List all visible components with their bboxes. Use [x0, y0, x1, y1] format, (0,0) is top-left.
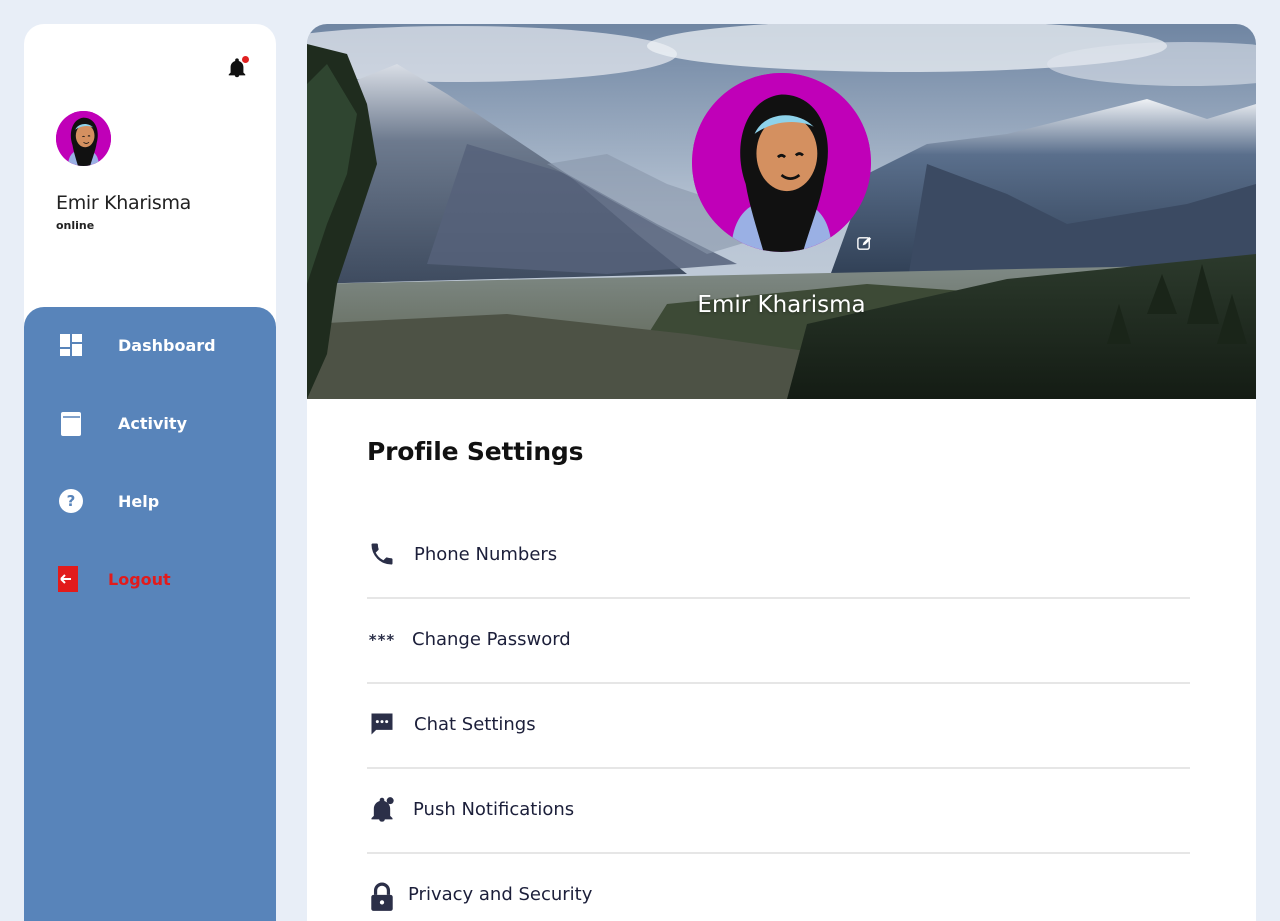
chat-icon: [367, 709, 397, 739]
asterisks-icon: ***: [368, 631, 396, 649]
settings-item-label: Push Notifications: [413, 799, 575, 820]
profile-avatar[interactable]: [692, 73, 871, 252]
sidebar-item-help[interactable]: ? Help: [24, 481, 276, 521]
settings-item-label: Phone Numbers: [414, 544, 558, 565]
notification-dot: [242, 56, 249, 63]
avatar[interactable]: [56, 111, 111, 166]
sidebar-item-label: Activity: [118, 413, 187, 433]
avatar-illustration: [692, 73, 871, 252]
settings-item-chat-settings[interactable]: Chat Settings: [367, 684, 1190, 769]
book-icon: [58, 410, 84, 436]
avatar-illustration: [56, 111, 111, 166]
sidebar-item-logout[interactable]: Logout: [24, 559, 276, 599]
profile-name: Emir Kharisma: [697, 292, 866, 318]
sidebar-item-label: Help: [118, 491, 160, 511]
settings-item-label: Change Password: [412, 629, 571, 650]
sidebar-item-activity[interactable]: Activity: [24, 403, 276, 443]
settings-item-change-password[interactable]: *** Change Password: [367, 599, 1190, 684]
logout-icon: [56, 566, 82, 592]
sidebar-nav: Dashboard Activity ? Help Logout: [24, 307, 276, 921]
phone-icon: [367, 539, 397, 569]
settings-item-push-notifications[interactable]: Push Notifications: [367, 769, 1190, 854]
user-status: online: [56, 219, 95, 232]
sidebar-user-name: Emir Kharisma: [56, 192, 192, 214]
settings-item-phone-numbers[interactable]: Phone Numbers: [367, 514, 1190, 599]
settings-item-privacy-security[interactable]: Privacy and Security: [367, 854, 1190, 921]
bell-icon: [367, 795, 397, 825]
settings-item-label: Chat Settings: [414, 714, 536, 735]
lock-icon: [367, 882, 397, 912]
edit-avatar-icon[interactable]: [856, 235, 873, 252]
settings-item-label: Privacy and Security: [408, 884, 593, 905]
help-icon: ?: [58, 488, 84, 514]
dashboard-icon: [58, 332, 84, 358]
notification-bell-icon[interactable]: [226, 56, 249, 79]
sidebar-item-label: Logout: [108, 569, 171, 589]
page-title: Profile Settings: [367, 437, 584, 466]
sidebar-item-dashboard[interactable]: Dashboard: [24, 325, 276, 365]
sidebar: Emir Kharisma online Dashboard Activity …: [24, 24, 276, 921]
profile-cover-banner: Emir Kharisma: [307, 24, 1256, 399]
sidebar-item-label: Dashboard: [118, 335, 216, 355]
profile-main: Emir Kharisma Profile Settings Phone Num…: [307, 24, 1256, 921]
svg-text:?: ?: [67, 492, 76, 510]
